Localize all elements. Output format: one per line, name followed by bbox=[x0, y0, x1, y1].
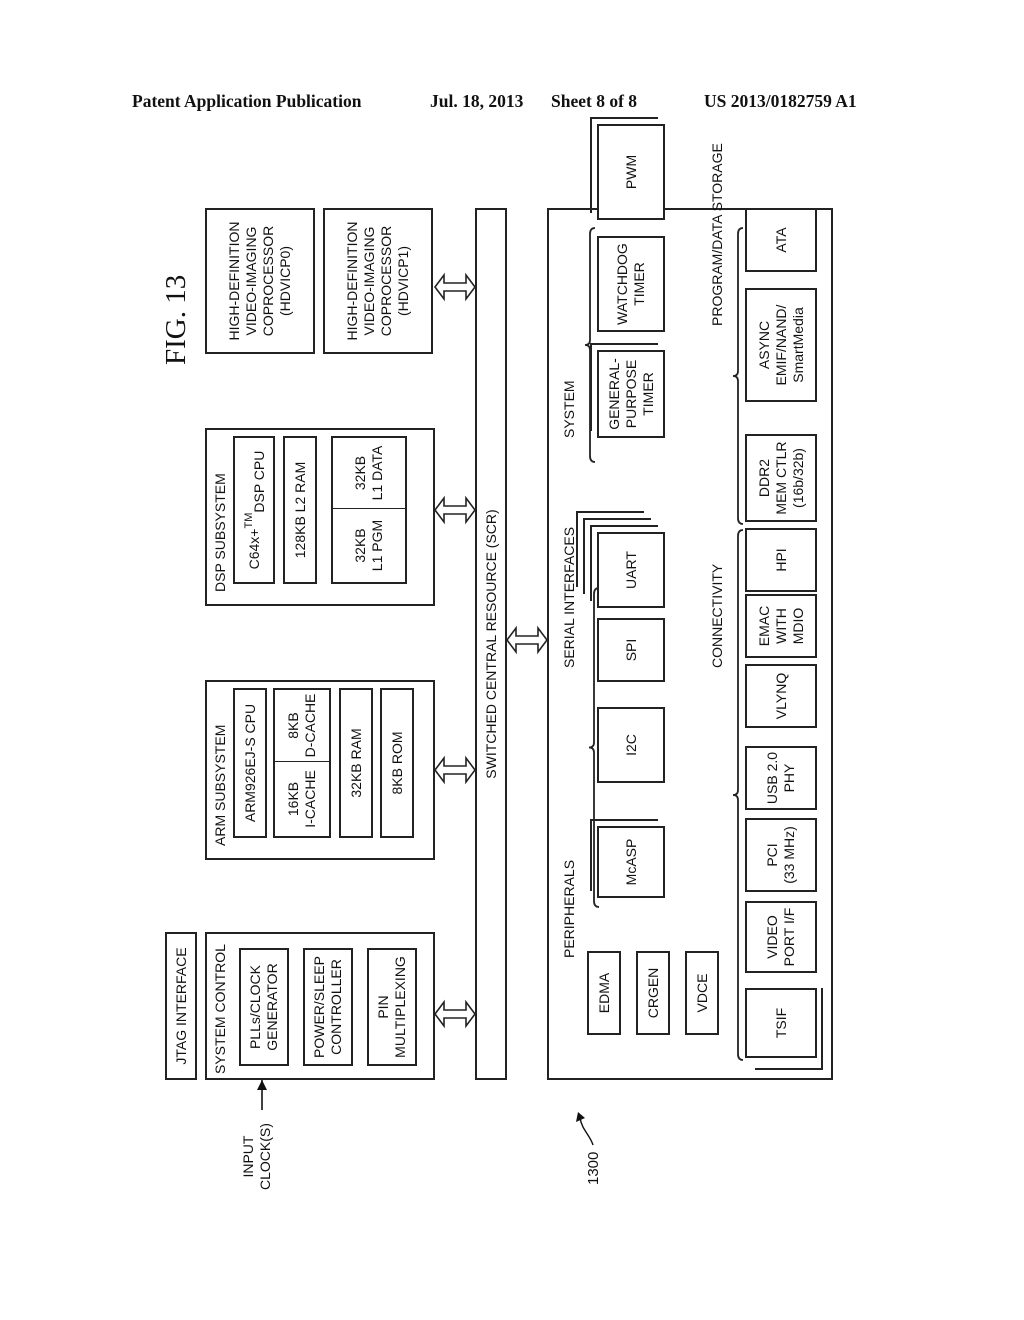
block-diagram: FIG. 13 JTAG INTERFACE SYSTEM CONTROL PL… bbox=[0, 0, 1024, 1320]
serial-interfaces-brace bbox=[588, 587, 600, 908]
connectivity-brace bbox=[732, 529, 744, 1061]
program-data-storage-brace bbox=[732, 227, 744, 525]
reference-numeral: 1300 bbox=[585, 1151, 602, 1185]
input-clock-label: INPUT CLOCK(S) bbox=[240, 1123, 273, 1190]
group-braces bbox=[584, 227, 744, 1061]
system-brace bbox=[584, 227, 596, 463]
